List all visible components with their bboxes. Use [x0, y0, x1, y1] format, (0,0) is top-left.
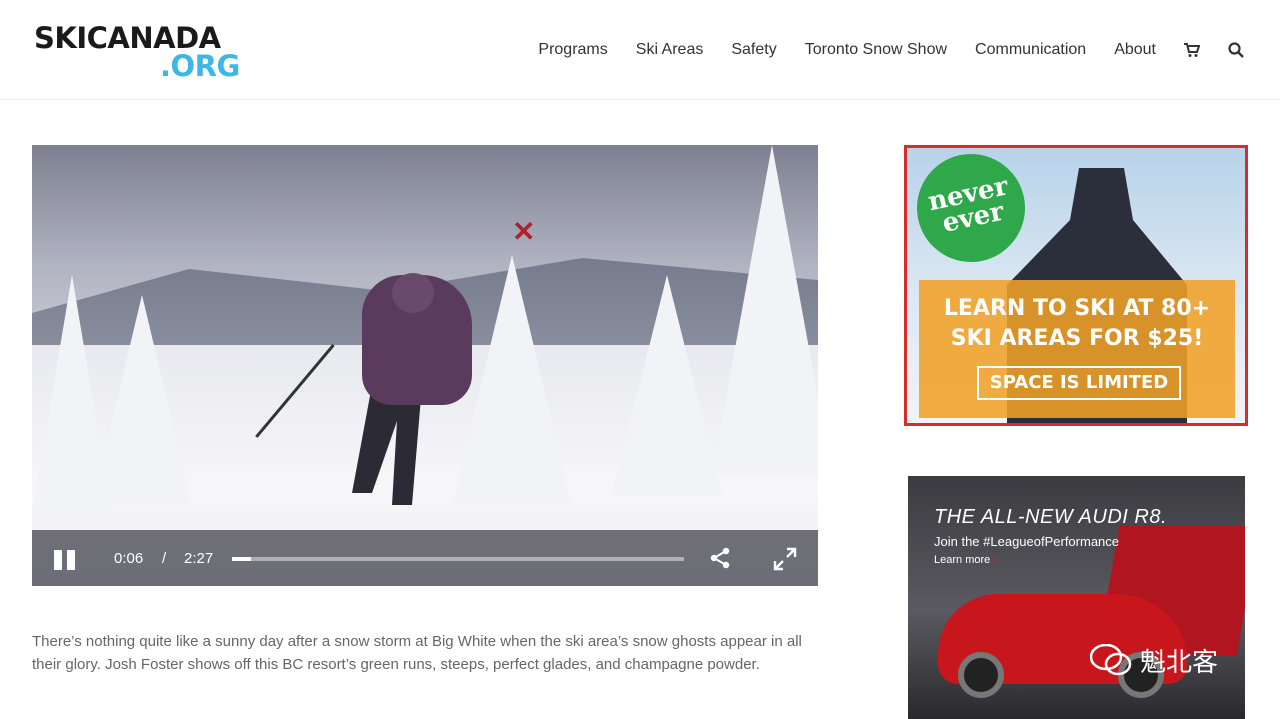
ad-promo-box: LEARN TO SKI AT 80+ SKI AREAS FOR $25! S…: [919, 280, 1235, 418]
video-player[interactable]: ✕ 0:06 / 2:27: [32, 145, 818, 586]
nav-about[interactable]: About: [1114, 41, 1156, 59]
ad-audi-subtitle: Join the #LeagueofPerformance: [934, 534, 1120, 549]
ad-neverever[interactable]: never ever LEARN TO SKI AT 80+ SKI AREAS…: [904, 145, 1248, 426]
logo-text-bottom: .ORG: [160, 49, 240, 83]
ad-audi-learn-more[interactable]: Learn more ›: [934, 554, 997, 566]
video-controls: 0:06 / 2:27: [32, 530, 818, 586]
main-nav: Programs Ski Areas Safety Toronto Snow S…: [510, 38, 1244, 62]
share-icon[interactable]: [708, 546, 732, 570]
chevron-right-icon: ›: [993, 554, 997, 566]
site-header: SKICANADA .ORG Programs Ski Areas Safety…: [0, 0, 1280, 100]
ad-audi-title: THE ALL-NEW AUDI R8.: [934, 506, 1167, 528]
skier-helmet: [392, 273, 434, 313]
time-separator: /: [162, 550, 167, 567]
pause-icon[interactable]: [54, 550, 76, 570]
nav-safety[interactable]: Safety: [731, 41, 776, 59]
duration: 2:27: [184, 550, 214, 567]
progress-fill: [232, 557, 251, 561]
nav-toronto-snow-show[interactable]: Toronto Snow Show: [805, 41, 947, 59]
nav-ski-areas[interactable]: Ski Areas: [636, 41, 704, 59]
wechat-icon: [1089, 643, 1132, 676]
progress-bar[interactable]: [232, 557, 684, 561]
watermark: 魁北客: [1089, 642, 1250, 678]
ad-cta-button[interactable]: SPACE IS LIMITED: [977, 366, 1181, 400]
ad-headline: LEARN TO SKI AT 80+ SKI AREAS FOR $25!: [919, 294, 1235, 354]
nav-communication[interactable]: Communication: [975, 41, 1086, 59]
fullscreen-icon[interactable]: [772, 546, 798, 572]
site-logo[interactable]: SKICANADA .ORG: [34, 22, 249, 82]
learn-more-label: Learn more: [934, 554, 991, 566]
car-wheel: [958, 652, 1004, 698]
cart-icon[interactable]: [1184, 42, 1201, 58]
video-overlay-marker-icon: ✕: [512, 216, 536, 247]
nav-programs[interactable]: Programs: [538, 41, 607, 59]
current-time: 0:06: [114, 550, 144, 567]
ad-audi[interactable]: THE ALL-NEW AUDI R8. Join the #LeagueofP…: [908, 476, 1245, 719]
ad-badge: never ever: [907, 148, 1036, 273]
ad-headline-line1: LEARN TO SKI AT 80+: [943, 296, 1211, 321]
search-icon[interactable]: [1228, 42, 1244, 58]
video-description: There’s nothing quite like a sunny day a…: [32, 633, 802, 673]
watermark-text: 魁北客: [1140, 648, 1219, 678]
ad-headline-line2: SKI AREAS FOR $25!: [950, 326, 1204, 351]
